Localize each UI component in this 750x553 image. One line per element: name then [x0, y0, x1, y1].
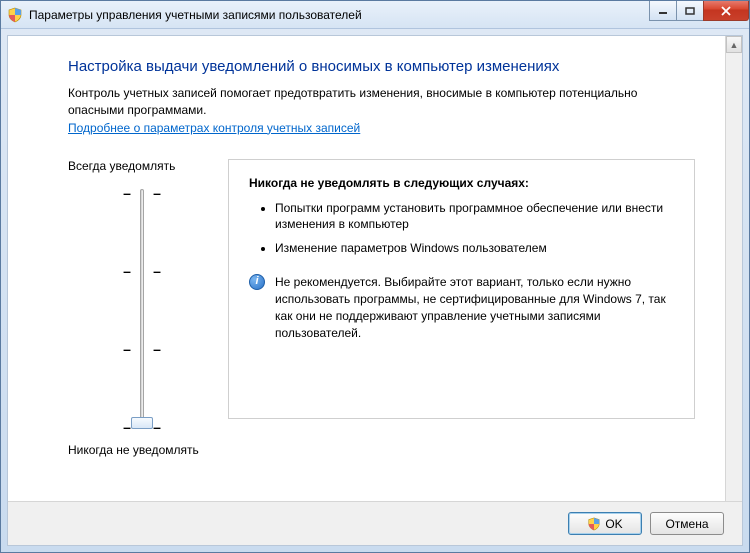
cancel-button-label: Отмена: [665, 517, 708, 531]
panel-bullet: Попытки программ установить программное …: [275, 200, 674, 232]
minimize-button[interactable]: [649, 1, 677, 21]
slider-track: [140, 189, 144, 427]
slider-thumb[interactable]: [131, 417, 153, 429]
recommendation-text: Не рекомендуется. Выбирайте этот вариант…: [275, 274, 674, 341]
scroll-up-button[interactable]: ▲: [726, 36, 742, 53]
info-icon: i: [249, 274, 265, 290]
slider-tick: ––: [122, 263, 162, 279]
slider-tick: ––: [122, 341, 162, 357]
ok-button-label: OK: [605, 517, 622, 531]
shield-icon: [7, 7, 23, 23]
maximize-button[interactable]: [676, 1, 704, 21]
slider-top-label: Всегда уведомлять: [68, 159, 228, 173]
vertical-scrollbar[interactable]: ▲ ▼: [725, 36, 742, 545]
content: Настройка выдачи уведомлений о вносимых …: [8, 36, 725, 545]
learn-more-link[interactable]: Подробнее о параметрах контроля учетных …: [68, 121, 360, 135]
panel-bullets: Попытки программ установить программное …: [249, 200, 674, 257]
slider-tick: ––: [122, 185, 162, 201]
button-bar: OK Отмена: [8, 501, 742, 545]
cancel-button[interactable]: Отмена: [650, 512, 724, 535]
shield-icon: [587, 517, 601, 531]
panel-bullet: Изменение параметров Windows пользовател…: [275, 240, 674, 256]
description-panel: Никогда не уведомлять в следующих случая…: [228, 159, 695, 419]
ok-button[interactable]: OK: [568, 512, 642, 535]
titlebar: Параметры управления учетными записями п…: [1, 1, 749, 29]
window-title: Параметры управления учетными записями п…: [29, 8, 362, 22]
recommendation: i Не рекомендуется. Выбирайте этот вариа…: [249, 274, 674, 341]
window-controls: [650, 1, 749, 21]
window: Параметры управления учетными записями п…: [0, 0, 750, 553]
intro-text: Контроль учетных записей помогает предот…: [68, 85, 695, 119]
content-area: Настройка выдачи уведомлений о вносимых …: [7, 35, 743, 546]
slider-column: Всегда уведомлять –– –– –– –– Никогда не…: [68, 159, 228, 457]
page-title: Настройка выдачи уведомлений о вносимых …: [68, 58, 695, 75]
slider-area: Всегда уведомлять –– –– –– –– Никогда не…: [68, 159, 695, 457]
uac-slider[interactable]: –– –– –– ––: [122, 183, 162, 433]
slider-bottom-label: Никогда не уведомлять: [68, 443, 228, 457]
close-button[interactable]: [703, 1, 749, 21]
panel-title: Никогда не уведомлять в следующих случая…: [249, 176, 674, 190]
